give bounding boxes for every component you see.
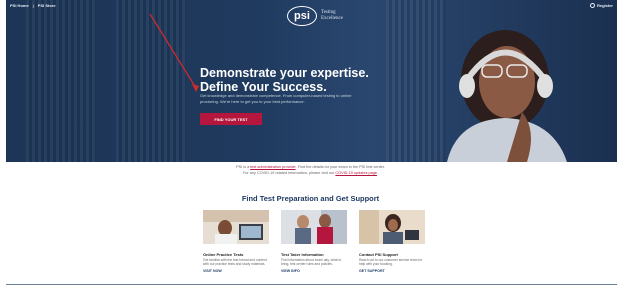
top-links: PSI Home | PSI Store [10, 3, 56, 8]
notice-line-2: For any COVID-19 related information, pl… [0, 170, 621, 176]
card-link[interactable]: VISIT NOW [203, 269, 269, 273]
card-link[interactable]: GET SUPPORT [359, 269, 425, 273]
psi-logo[interactable]: psi Testing Excellence [287, 6, 343, 26]
page: PSI Home | PSI Store Register psi Testin… [0, 0, 621, 288]
separator: | [32, 3, 34, 8]
hero-banner: PSI Home | PSI Store Register psi Testin… [6, 0, 617, 162]
section-title: Find Test Preparation and Get Support [241, 194, 380, 203]
card-description: Get familiar with the test format and co… [203, 258, 267, 267]
logo-tagline: Testing Excellence [321, 10, 343, 22]
register-link[interactable]: Register [589, 3, 613, 8]
hero-headline: Demonstrate your expertise. Define Your … [200, 66, 369, 94]
card-title: Contact PSI Support [359, 252, 398, 257]
globe-icon [589, 3, 595, 8]
notice-link-covid[interactable]: COVID-19 updates page [335, 171, 377, 175]
hero-headline-line2: Define Your Success. [200, 80, 327, 94]
card-contact-support[interactable]: Contact PSI Support Reach out to our cus… [359, 210, 425, 273]
card-description: Reach out to our customer service team f… [359, 258, 423, 267]
footer-divider [6, 284, 617, 285]
practice-tests-image [203, 210, 269, 244]
card-practice-tests[interactable]: Online Practice Tests Get familiar with … [203, 210, 269, 273]
hero-headline-line1: Demonstrate your expertise. [200, 66, 369, 80]
psi-home-link[interactable]: PSI Home [10, 3, 29, 8]
card-link[interactable]: VIEW INFO [281, 269, 347, 273]
test-taker-info-image [281, 210, 347, 244]
notice-banner: PSI is a test administration provider. F… [0, 164, 621, 176]
card-title: Online Practice Tests [203, 252, 244, 257]
hero-photo-woman [447, 30, 567, 162]
card-description: Find information about exam day, what to… [281, 258, 342, 267]
card-title: Test Taker Information [281, 252, 324, 257]
notice-line2-post: . [376, 171, 379, 175]
logo-tagline-line2: Excellence [321, 16, 343, 21]
psi-store-link[interactable]: PSI Store [38, 3, 56, 8]
notice-link-provider[interactable]: test administration provider [250, 165, 295, 169]
notice-line2-pre: For any COVID-19 related information, pl… [242, 171, 336, 175]
bookshelf-decoration [116, 0, 186, 162]
register-label: Register [596, 3, 613, 8]
logo-mark: psi [287, 6, 317, 26]
contact-support-image [359, 210, 425, 244]
bookshelf-decoration [26, 0, 96, 162]
find-your-test-button[interactable]: FIND YOUR TEST [200, 113, 262, 125]
hero-subtext: Get knowledge and demonstrate competence… [200, 93, 352, 104]
card-test-taker-info[interactable]: Test Taker Information Find information … [281, 210, 347, 273]
notice-line1-post: . Find the details for your exam in the … [295, 165, 385, 169]
notice-line1-pre: PSI is a [236, 165, 251, 169]
